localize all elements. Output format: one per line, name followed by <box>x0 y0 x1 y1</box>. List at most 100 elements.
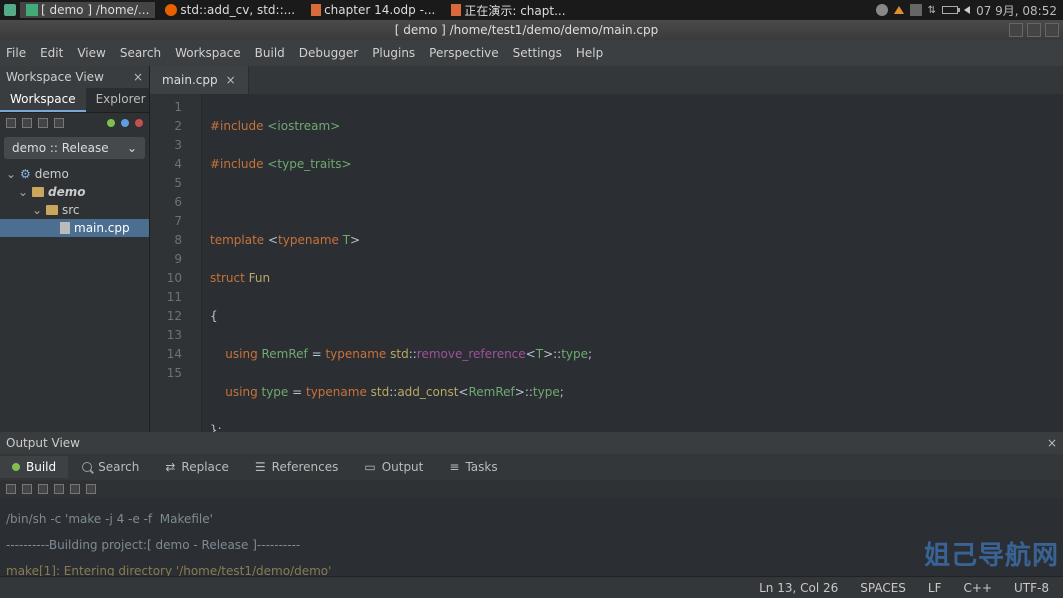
output-close-icon[interactable]: × <box>1047 436 1057 450</box>
taskbar-app-presenting[interactable]: 正在演示: chapt... <box>445 1 571 20</box>
taskbar-label-0: [ demo ] /home/... <box>41 3 149 17</box>
build-config-selector[interactable]: demo :: Release ⌄ <box>4 137 145 159</box>
tab-workspace[interactable]: Workspace <box>0 88 86 112</box>
menu-bar: File Edit View Search Workspace Build De… <box>0 40 1063 66</box>
app-icon <box>26 4 38 16</box>
menu-view[interactable]: View <box>77 46 105 60</box>
taskbar-tray: ⇅ 07 9月, 08:52 <box>876 2 1063 19</box>
stop-icon[interactable] <box>135 119 143 127</box>
output-tab-references[interactable]: ☰References <box>243 456 350 478</box>
output-line: /bin/sh -c 'make -j 4 -e -f Makefile' <box>6 513 1057 526</box>
battery-icon[interactable] <box>942 6 958 14</box>
menu-icon[interactable] <box>4 4 16 16</box>
cloud-icon[interactable] <box>876 4 888 16</box>
collapse-icon[interactable] <box>22 118 32 128</box>
home-icon[interactable] <box>38 118 48 128</box>
out-tool-1[interactable] <box>6 484 16 494</box>
tree-folder-demo[interactable]: ⌄demo <box>0 183 149 201</box>
menu-edit[interactable]: Edit <box>40 46 63 60</box>
menu-perspective[interactable]: Perspective <box>429 46 499 60</box>
output-tab-replace[interactable]: ⇄Replace <box>153 456 241 478</box>
menu-build[interactable]: Build <box>255 46 285 60</box>
editor-tabstrip: main.cpp × <box>150 66 1063 94</box>
workspace-tabs: Workspace Explorer <box>0 88 149 113</box>
editor-area: main.cpp × 123456789101112131415 #includ… <box>150 66 1063 432</box>
out-tool-4[interactable] <box>54 484 64 494</box>
tab-close-icon[interactable]: × <box>226 73 236 87</box>
output-tab-output[interactable]: ▭Output <box>352 456 435 478</box>
output-tab-search[interactable]: Search <box>70 456 151 478</box>
terminal-icon: ▭ <box>364 460 375 474</box>
tree-file-main[interactable]: main.cpp <box>0 219 149 237</box>
out-tool-3[interactable] <box>38 484 48 494</box>
menu-plugins[interactable]: Plugins <box>372 46 415 60</box>
project-tree: ⌄⚙demo ⌄demo ⌄src main.cpp <box>0 163 149 432</box>
menu-debugger[interactable]: Debugger <box>299 46 358 60</box>
taskbar-app-impress[interactable]: chapter 14.odp -... <box>305 2 441 18</box>
chevron-down-icon: ⌄ <box>127 141 137 155</box>
build-icon[interactable] <box>107 119 115 127</box>
workspace-sidebar: Workspace View × Workspace Explorer demo… <box>0 66 150 432</box>
fold-column[interactable] <box>190 94 202 432</box>
firefox-icon <box>165 4 177 16</box>
out-tool-5[interactable] <box>70 484 80 494</box>
tree-label: src <box>62 203 80 217</box>
code-editor[interactable]: 123456789101112131415 #include <iostream… <box>150 94 1063 432</box>
workspace-toolbar <box>0 113 149 133</box>
tree-project[interactable]: ⌄⚙demo <box>0 165 149 183</box>
volume-icon[interactable] <box>964 6 970 14</box>
output-title: Output View <box>6 436 80 450</box>
presentation-icon <box>451 4 461 16</box>
link-icon[interactable] <box>6 118 16 128</box>
output-tab-build[interactable]: Build <box>0 456 68 478</box>
output-tabstrip: Build Search ⇄Replace ☰References ▭Outpu… <box>0 454 1063 480</box>
code-content[interactable]: #include <iostream> #include <type_trait… <box>202 94 1063 432</box>
workspace-header: Workspace View × <box>0 66 149 88</box>
menu-help[interactable]: Help <box>576 46 603 60</box>
menu-file[interactable]: File <box>6 46 26 60</box>
maximize-button[interactable] <box>1027 23 1041 37</box>
keyboard-icon[interactable] <box>910 4 922 16</box>
line-gutter: 123456789101112131415 <box>150 94 190 432</box>
run-icon[interactable] <box>121 119 129 127</box>
tab-label: main.cpp <box>162 73 218 87</box>
gear-icon: ⚙ <box>20 167 31 181</box>
output-console[interactable]: /bin/sh -c 'make -j 4 -e -f Makefile' --… <box>0 498 1063 576</box>
tab-explorer[interactable]: Explorer <box>86 88 156 112</box>
taskbar-app-firefox[interactable]: std::add_cv, std::... <box>159 2 301 18</box>
tree-label: demo <box>48 185 85 199</box>
status-spaces[interactable]: SPACES <box>860 581 906 595</box>
tree-label: demo <box>35 167 69 181</box>
window-controls <box>1009 23 1059 37</box>
editor-tab-main[interactable]: main.cpp × <box>150 66 249 94</box>
workspace-close-icon[interactable]: × <box>133 70 143 84</box>
output-line: make[1]: Entering directory '/home/test1… <box>6 565 1057 576</box>
status-eol[interactable]: LF <box>928 581 942 595</box>
list-icon: ≡ <box>449 460 459 474</box>
folder-icon <box>32 187 44 197</box>
taskbar-app-current[interactable]: [ demo ] /home/... <box>20 2 155 18</box>
output-tab-tasks[interactable]: ≡Tasks <box>437 456 509 478</box>
minimize-button[interactable] <box>1009 23 1023 37</box>
status-lang[interactable]: C++ <box>964 581 993 595</box>
status-position[interactable]: Ln 13, Col 26 <box>759 581 838 595</box>
out-tool-2[interactable] <box>22 484 32 494</box>
clock[interactable]: 07 9月, 08:52 <box>976 2 1057 19</box>
taskbar-label-2: chapter 14.odp -... <box>324 3 435 17</box>
os-taskbar: [ demo ] /home/... std::add_cv, std::...… <box>0 0 1063 20</box>
menu-workspace[interactable]: Workspace <box>175 46 241 60</box>
network-icon[interactable]: ⇅ <box>928 5 936 16</box>
tree-folder-src[interactable]: ⌄src <box>0 201 149 219</box>
menu-settings[interactable]: Settings <box>513 46 562 60</box>
goto-icon[interactable] <box>54 118 64 128</box>
menu-search[interactable]: Search <box>120 46 161 60</box>
window-title: [ demo ] /home/test1/demo/demo/main.cpp <box>395 23 658 37</box>
build-config-label: demo :: Release <box>12 141 109 155</box>
warning-icon[interactable] <box>894 6 904 14</box>
out-tool-6[interactable] <box>86 484 96 494</box>
build-icon <box>12 463 20 471</box>
search-icon <box>82 462 92 472</box>
close-button[interactable] <box>1045 23 1059 37</box>
output-toolbar <box>0 480 1063 498</box>
status-encoding[interactable]: UTF-8 <box>1014 581 1049 595</box>
